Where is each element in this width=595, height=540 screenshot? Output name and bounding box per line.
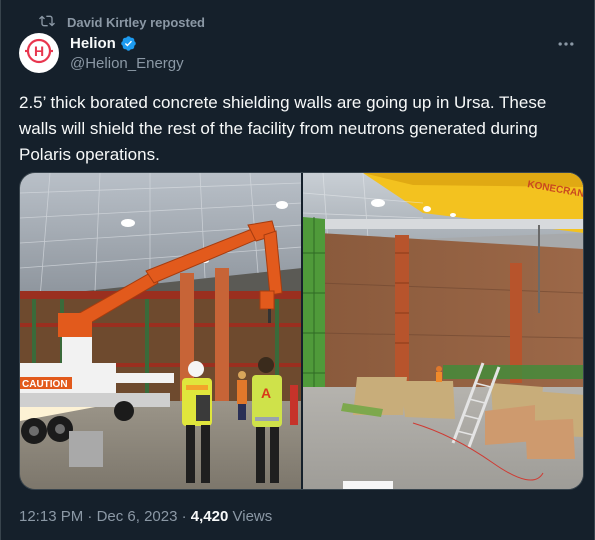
- vest-letter: A: [261, 385, 271, 401]
- media-grid: CAUTION A KONECRANES: [19, 172, 584, 490]
- repost-label: David Kirtley reposted: [67, 15, 205, 30]
- photo-concrete-pump[interactable]: CAUTION A: [20, 173, 301, 489]
- tweet[interactable]: David Kirtley reposted H Helion @Helion_…: [0, 0, 595, 540]
- post-time[interactable]: 12:13 PM: [19, 508, 83, 525]
- more-options-icon[interactable]: [552, 34, 580, 54]
- meta-separator: ·: [83, 508, 97, 525]
- repost-indicator[interactable]: David Kirtley reposted: [39, 13, 205, 32]
- caution-sign-text: CAUTION: [22, 379, 68, 390]
- avatar[interactable]: H: [19, 33, 59, 73]
- views-count[interactable]: 4,420: [191, 508, 229, 525]
- helion-logo-icon: H: [19, 31, 59, 76]
- helion-logo-letter: H: [34, 43, 44, 59]
- verified-badge-icon: [120, 35, 137, 52]
- post-text: 2.5’ thick borated concrete shielding wa…: [19, 93, 547, 164]
- repost-icon: [39, 13, 67, 32]
- views-label: Views: [228, 508, 273, 525]
- meta-separator: ·: [177, 508, 191, 525]
- author-name[interactable]: Helion: [70, 35, 116, 52]
- post-meta: 12:13 PM · Dec 6, 2023 · 4,420 Views: [19, 508, 272, 525]
- photo-shielding-walls[interactable]: KONECRANES: [301, 173, 583, 489]
- author-block[interactable]: Helion @Helion_Energy: [70, 35, 184, 72]
- post-date[interactable]: Dec 6, 2023: [97, 508, 178, 525]
- author-handle[interactable]: @Helion_Energy: [70, 55, 184, 72]
